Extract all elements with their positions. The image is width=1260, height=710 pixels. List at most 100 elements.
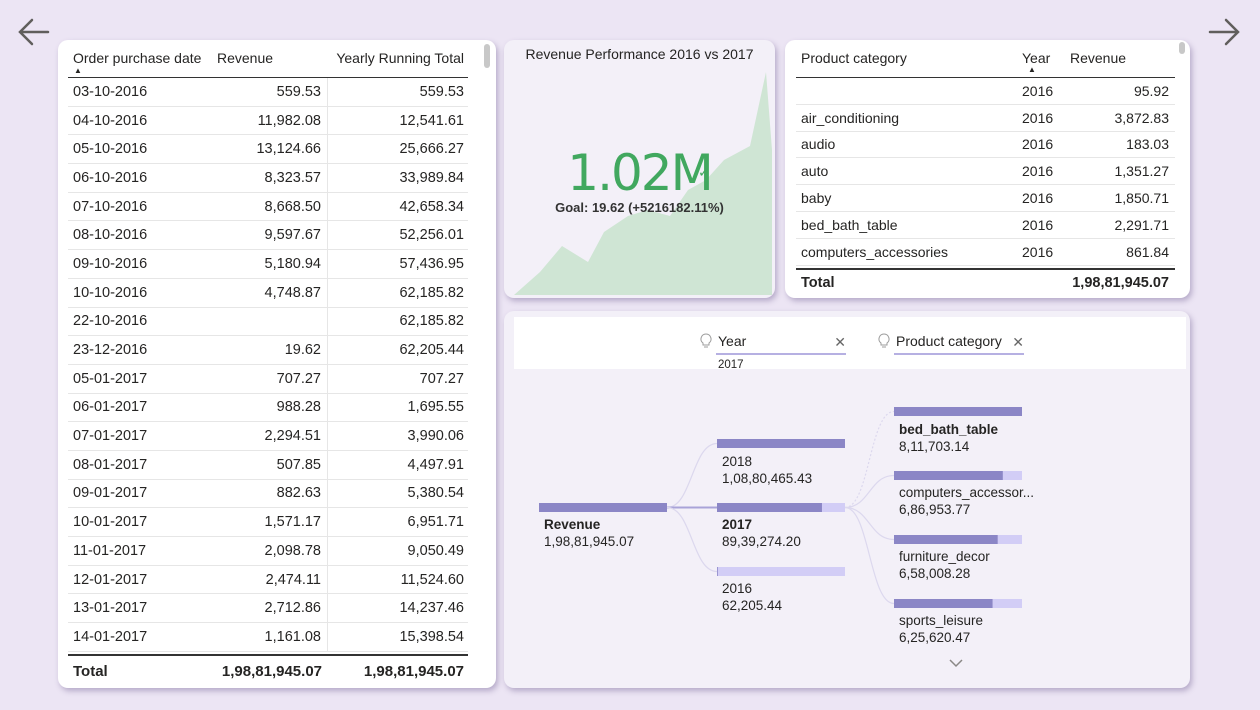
chevron-down-icon[interactable]	[948, 657, 964, 669]
table-body: 2016 95.92 air_conditioning 2016 3,872.83 aud…	[796, 78, 1175, 266]
header-product-category[interactable]: Product category	[796, 50, 1022, 77]
cell-category: computers_accessories	[801, 243, 949, 260]
table-row[interactable]: audio 2016 183.03	[796, 132, 1175, 159]
cell-running-total: 25,666.27	[399, 141, 464, 158]
table-row[interactable]: 04-10-2016 11,982.08 12,541.61	[68, 106, 468, 136]
tree-node-category[interactable]: computers_accessor... 6,86,953.77	[899, 484, 1034, 518]
cell-running-total: 57,436.95	[399, 255, 464, 272]
tree-bar-year[interactable]	[717, 503, 845, 512]
node-name: sports_leisure	[899, 613, 984, 628]
cell-revenue: 882.63	[210, 479, 328, 508]
cell-revenue: 13,124.66	[210, 135, 328, 164]
table-row[interactable]: 07-10-2016 8,668.50 42,658.34	[68, 192, 468, 222]
node-value: 62,205.44	[722, 598, 783, 613]
table-row[interactable]: 06-10-2016 8,323.57 33,989.84	[68, 164, 468, 193]
checkmark-icon: ✓	[698, 164, 710, 180]
tree-node-category[interactable]: sports_leisure 6,25,620.47	[899, 612, 983, 646]
table-row[interactable]: 14-01-2017 1,161.08 15,398.54	[68, 623, 468, 652]
table-row[interactable]: 10-01-2017 1,571.17 6,951.71	[68, 508, 468, 537]
node-name: bed_bath_table	[899, 422, 999, 437]
table-row[interactable]: 2016 95.92	[796, 78, 1175, 105]
total-revenue: 1,98,81,945.07	[221, 662, 322, 680]
tree-connector	[844, 410, 895, 509]
tree-node-category[interactable]: furniture_decor 6,58,008.28	[899, 548, 990, 582]
cell-running-total: 62,185.82	[399, 284, 464, 301]
table-row[interactable]: 05-10-2016 13,124.66 25,666.27	[68, 135, 468, 165]
table-row[interactable]: 09-10-2016 5,180.94 57,436.95	[68, 250, 468, 279]
table-row[interactable]: 12-01-2017 2,474.11 11,524.60	[68, 565, 468, 595]
sort-ascending-icon: ▲	[1028, 65, 1036, 74]
cell-running-total: 1,695.55	[407, 399, 464, 416]
cell-revenue: 707.27	[210, 364, 328, 393]
vertical-scrollbar[interactable]	[1179, 42, 1185, 54]
tree-bar-category[interactable]	[894, 535, 1022, 544]
table-row[interactable]: 08-10-2016 9,597.67 52,256.01	[68, 221, 468, 251]
tree-node-category[interactable]: bed_bath_table 8,11,703.14	[899, 421, 998, 455]
header-revenue[interactable]: Revenue	[210, 50, 328, 66]
node-value: 1,08,80,465.43	[722, 471, 813, 486]
cell-revenue: 988.28	[210, 393, 328, 422]
tree-connector	[844, 474, 895, 509]
table-row[interactable]: bed_bath_table 2016 2,291.71	[796, 212, 1175, 239]
table-row[interactable]: baby 2016 1,850.71	[796, 185, 1175, 212]
cell-date: 05-01-2017	[73, 370, 148, 387]
table-row[interactable]: air_conditioning 2016 3,872.83	[796, 105, 1175, 132]
cell-date: 08-10-2016	[73, 227, 148, 244]
cell-revenue: 1,351.27	[1114, 163, 1170, 180]
cell-date: 06-01-2017	[73, 399, 148, 416]
cell-year: 2016	[1022, 216, 1054, 233]
cell-running-total: 11,524.60	[400, 571, 464, 588]
forward-arrow-icon[interactable]	[1206, 14, 1242, 50]
cell-revenue: 4,748.87	[210, 278, 328, 307]
table-row[interactable]: 07-01-2017 2,294.51 3,990.06	[68, 422, 468, 451]
header-running-total[interactable]: Yearly Running Total	[328, 50, 468, 66]
cell-revenue: 559.53	[210, 78, 328, 106]
tree-connector	[666, 506, 718, 573]
tree-bar-category[interactable]	[894, 471, 1022, 480]
table-body: 03-10-2016 559.53 559.53 04-10-2016 11,982.0…	[68, 78, 468, 652]
tree-node-year[interactable]: 2016 62,205.44	[722, 580, 782, 614]
node-value: 8,11,703.14	[899, 439, 970, 454]
cell-revenue: 2,098.78	[210, 537, 328, 565]
total-running: 1,98,81,945.07	[363, 662, 464, 680]
table-row[interactable]: 22-10-2016 62,185.82	[68, 307, 468, 337]
node-name: Revenue	[544, 517, 601, 532]
cell-revenue: 1,161.08	[210, 623, 328, 651]
tree-connectors	[539, 407, 1022, 608]
cell-running-total: 707.27	[419, 370, 464, 387]
table-row[interactable]: computers_accessories 2016 861.84	[796, 239, 1175, 266]
tree-bar-year[interactable]	[717, 439, 845, 448]
cell-revenue: 1,850.71	[1114, 190, 1170, 207]
table-row[interactable]: 23-12-2016 19.62 62,205.44	[68, 336, 468, 365]
node-name: furniture_decor	[899, 549, 990, 564]
cell-category: bed_bath_table	[801, 216, 898, 233]
tree-bar-category[interactable]	[894, 407, 1022, 416]
tree-node-year[interactable]: 2018 1,08,80,465.43	[722, 453, 812, 487]
vertical-scrollbar[interactable]	[484, 44, 490, 68]
back-arrow-icon[interactable]	[16, 14, 52, 50]
tree-node-root[interactable]: Revenue 1,98,81,945.07	[544, 516, 634, 550]
table-row[interactable]: 03-10-2016 559.53 559.53	[68, 78, 468, 107]
header-revenue[interactable]: Revenue	[1070, 50, 1175, 77]
cell-revenue	[210, 307, 328, 336]
cell-year: 2016	[1022, 163, 1054, 180]
table-row[interactable]: 06-01-2017 988.28 1,695.55	[68, 393, 468, 423]
header-order-date[interactable]: Order purchase date	[68, 50, 210, 66]
table-header: Product category Year Revenue ▲	[796, 40, 1175, 78]
table-row[interactable]: 10-10-2016 4,748.87 62,185.82	[68, 278, 468, 308]
table-row[interactable]: 05-01-2017 707.27 707.27	[68, 364, 468, 394]
tree-bar-year[interactable]	[717, 567, 845, 576]
table-total-row: Total 1,98,81,945.07	[796, 268, 1175, 296]
cell-date: 10-10-2016	[73, 284, 148, 301]
table-row[interactable]: 11-01-2017 2,098.78 9,050.49	[68, 537, 468, 566]
table-row[interactable]: 13-01-2017 2,712.86 14,237.46	[68, 594, 468, 624]
table-row[interactable]: 08-01-2017 507.85 4,497.91	[68, 450, 468, 480]
cell-category: audio	[801, 136, 836, 153]
table-row[interactable]: 09-01-2017 882.63 5,380.54	[68, 479, 468, 509]
cell-running-total: 62,185.82	[399, 313, 464, 330]
cell-year: 2016	[1022, 243, 1054, 260]
tree-node-year[interactable]: 2017 89,39,274.20	[722, 516, 801, 550]
tree-bar-root[interactable]	[539, 503, 667, 512]
table-row[interactable]: auto 2016 1,351.27	[796, 158, 1175, 186]
tree-bar-category[interactable]	[894, 599, 1022, 608]
